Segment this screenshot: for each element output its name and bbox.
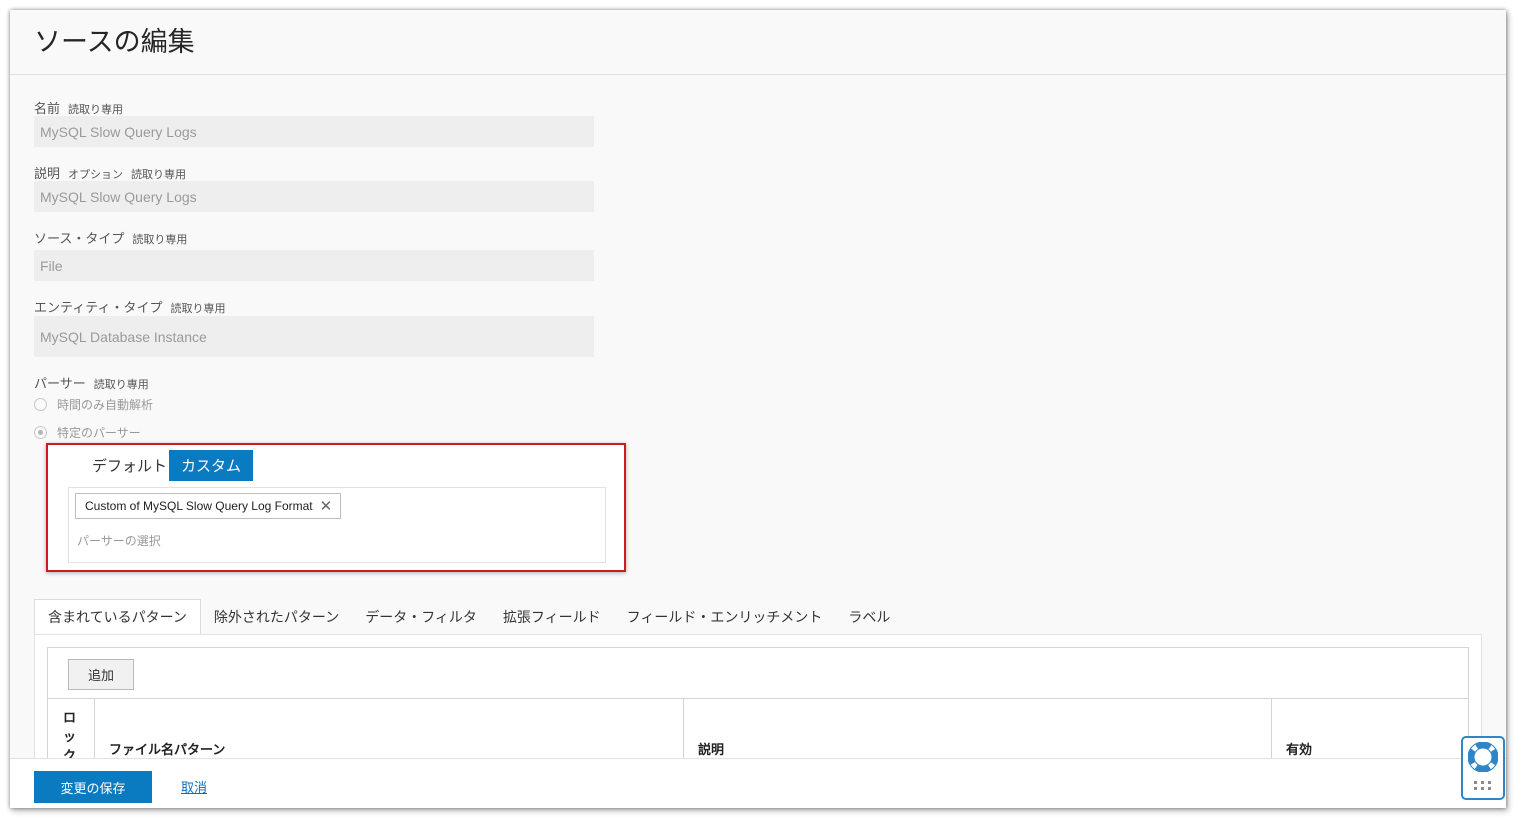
name-label: 名前 読取り専用: [34, 98, 123, 117]
parser-label: パーサー 読取り専用: [34, 373, 149, 392]
add-button[interactable]: 追加: [68, 659, 134, 690]
parser-highlight-box: デフォルト カスタム Custom of MySQL Slow Query Lo…: [46, 443, 626, 572]
name-field[interactable]: [34, 116, 594, 147]
name-readonly-tag: 読取り専用: [68, 103, 124, 116]
page-header: ソースの編集: [10, 10, 1506, 75]
parser-chip-label: Custom of MySQL Slow Query Log Format: [85, 499, 313, 513]
tab-extended-fields[interactable]: 拡張フィールド: [490, 599, 614, 635]
source-type-label: ソース・タイプ 読取り専用: [34, 228, 187, 247]
description-readonly-tag: 読取り専用: [131, 168, 187, 181]
parser-readonly-tag: 読取り専用: [93, 378, 149, 391]
save-changes-button[interactable]: 変更の保存: [34, 771, 152, 803]
column-header-file-pattern-label: ファイル名パターン: [109, 743, 226, 758]
source-type-readonly-tag: 読取り専用: [132, 233, 188, 246]
tab-included-patterns[interactable]: 含まれているパターン: [34, 599, 201, 635]
parser-select[interactable]: Custom of MySQL Slow Query Log Format ✕ …: [68, 487, 606, 563]
column-header-description-label: 説明: [698, 743, 725, 758]
tab-field-enrichment[interactable]: フィールド・エンリッチメント: [614, 599, 836, 635]
help-widget[interactable]: [1461, 736, 1505, 800]
name-label-text: 名前: [34, 102, 61, 117]
description-optional-tag: オプション: [68, 168, 124, 181]
tab-excluded-patterns[interactable]: 除外されたパターン: [201, 599, 352, 635]
tab-labels[interactable]: ラベル: [835, 599, 903, 635]
grip-icon[interactable]: [1473, 780, 1493, 792]
radio-auto-parse[interactable]: 時間のみ自動解析: [34, 396, 153, 413]
source-type-label-text: ソース・タイプ: [34, 232, 125, 247]
parser-chip: Custom of MySQL Slow Query Log Format ✕: [75, 493, 342, 519]
entity-type-label-text: エンティティ・タイプ: [34, 301, 163, 316]
parser-select-placeholder[interactable]: パーサーの選択: [77, 532, 161, 549]
entity-type-field[interactable]: [34, 316, 594, 357]
radio-specific-parser[interactable]: 特定のパーサー: [34, 424, 141, 441]
footer-bar: 変更の保存 取消: [10, 758, 1506, 808]
pattern-tabs: 含まれているパターン 除外されたパターン データ・フィルタ 拡張フィールド フィ…: [34, 599, 903, 635]
entity-type-label: エンティティ・タイプ 読取り専用: [34, 297, 225, 316]
radio-auto-parse-circle[interactable]: [34, 398, 47, 411]
column-header-enabled-label: 有効: [1286, 743, 1313, 758]
close-icon[interactable]: ✕: [320, 497, 333, 515]
source-type-field[interactable]: [34, 250, 594, 281]
description-field[interactable]: [34, 181, 594, 212]
default-tab-button[interactable]: デフォルト: [80, 450, 179, 481]
cancel-link[interactable]: 取消: [181, 777, 207, 796]
parser-label-text: パーサー: [34, 377, 86, 392]
tab-data-filters[interactable]: データ・フィルタ: [352, 599, 490, 635]
radio-specific-parser-circle[interactable]: [34, 426, 47, 439]
page-title: ソースの編集: [34, 27, 195, 58]
description-label-text: 説明: [34, 167, 61, 182]
radio-specific-parser-label: 特定のパーサー: [57, 426, 141, 440]
entity-type-readonly-tag: 読取り専用: [170, 302, 226, 315]
description-label: 説明 オプション 読取り専用: [34, 163, 186, 182]
radio-auto-parse-label: 時間のみ自動解析: [57, 398, 154, 412]
custom-tab-button[interactable]: カスタム: [169, 450, 253, 481]
lifebuoy-icon[interactable]: [1468, 742, 1498, 772]
edit-source-panel: ソースの編集 名前読取り専用 説明オプション読取り専用 ソース・タイプ読取り専用…: [10, 10, 1506, 808]
